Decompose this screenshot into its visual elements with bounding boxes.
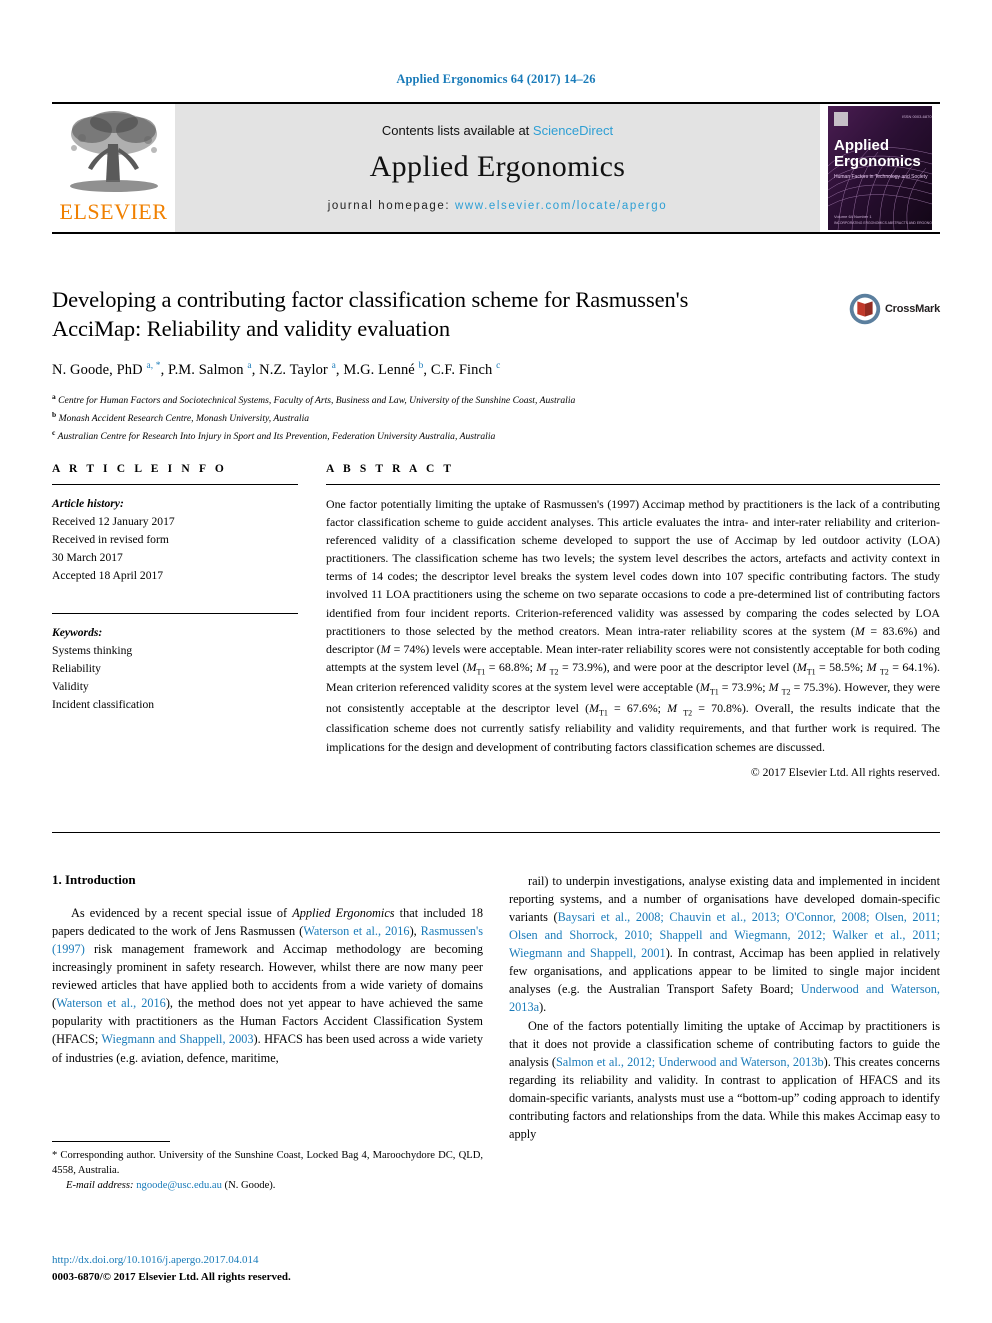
affiliation-marker: c [52,428,56,438]
affiliation-item: c Australian Centre for Research Into In… [52,427,940,445]
journal-title: Applied Ergonomics [369,149,626,183]
elsevier-logo: ELSEVIER [52,104,175,232]
sciencedirect-link[interactable]: ScienceDirect [533,123,613,138]
affiliation-list: a Centre for Human Factors and Sociotech… [52,391,940,445]
issn-copyright-line: 0003-6870/© 2017 Elsevier Ltd. All right… [52,1270,291,1283]
paragraph: One of the factors potentially limiting … [509,1018,940,1141]
contents-available-line: Contents lists available at ScienceDirec… [382,123,613,138]
svg-text:Human Factors in Technology an: Human Factors in Technology and Society [834,174,928,180]
corresponding-author-text: * Corresponding author. University of th… [52,1150,483,1177]
paragraph: As evidenced by a recent special issue o… [52,906,483,1065]
page-title: Developing a contributing factor classif… [52,287,689,342]
keywords-rule [52,612,298,614]
keywords-block: Keywords: Systems thinking Reliability V… [52,612,298,714]
contents-prefix: Contents lists available at [381,122,533,138]
body-column-right: rail) to underpin investigations, analys… [509,872,940,1143]
keywords-list: Keywords: Systems thinking Reliability V… [52,624,298,714]
masthead-center: Contents lists available at ScienceDirec… [175,104,820,232]
homepage-url-link[interactable]: www.elsevier.com/locate/apergo [455,200,667,212]
running-head: Applied Ergonomics 64 (2017) 14–26 [396,72,596,86]
keyword-item: Validity [52,679,89,693]
affiliation-text: Centre for Human Factors and Sociotechni… [58,395,576,407]
title-block: CrossMark Developing a contributing fact… [52,285,940,445]
journal-cover: Applied Ergonomics Human Factors in Tech… [820,104,940,232]
article-info-heading: A R T I C L E I N F O [52,463,227,475]
affiliation-text: Australian Centre for Research Into Inju… [57,431,496,443]
email-label: E-mail address: [66,1180,134,1192]
doi-block: http://dx.doi.org/10.1016/j.apergo.2017.… [52,1252,483,1285]
author-list: N. Goode, PhD a, *, P.M. Salmon a, N.Z. … [52,360,501,378]
section-heading-introduction: 1. Introduction [52,872,136,887]
journal-masthead: ELSEVIER Contents lists available at Sci… [52,102,940,234]
affiliation-item: b Monash Accident Research Centre, Monas… [52,409,940,427]
body-columns: 1. Introduction As evidenced by a recent… [52,872,940,1143]
svg-text:INCORPORATING ERGONOMICS ABSTR: INCORPORATING ERGONOMICS ABSTRACTS AND E… [834,221,932,225]
keyword-item: Incident classification [52,697,155,711]
article-history-item: Received in revised form [52,532,169,546]
keyword-item: Systems thinking [52,643,133,657]
abstract-body: One factor potentially limiting the upta… [326,497,941,754]
abstract-copyright: © 2017 Elsevier Ltd. All rights reserved… [750,765,940,779]
svg-text:ISSN 0003-6870: ISSN 0003-6870 [902,114,932,119]
email-link[interactable]: ngoode@usc.edu.au [136,1180,222,1191]
keyword-item: Reliability [52,661,101,675]
article-info-column: A R T I C L E I N F O Article history: R… [52,463,298,779]
abstract-column: A B S T R A C T One factor potentially l… [326,463,940,779]
keywords-label: Keywords: [52,625,103,639]
article-history-item: 30 March 2017 [52,550,123,564]
affiliation-text: Monash Accident Research Centre, Monash … [58,413,310,425]
elsevier-tree-icon [69,111,158,192]
crossmark-badge[interactable]: CrossMark [848,285,940,333]
elsevier-wordmark: ELSEVIER [59,199,168,224]
affiliation-marker: b [52,410,57,420]
abstract-rule [326,484,940,485]
affiliation-item: a Centre for Human Factors and Sociotech… [52,391,940,409]
article-history-item: Received 12 January 2017 [52,514,175,528]
paragraph: rail) to underpin investigations, analys… [509,874,940,1015]
homepage-prefix: journal homepage: [327,199,455,212]
journal-cover-image: Applied Ergonomics Human Factors in Tech… [828,106,932,230]
info-and-abstract: A R T I C L E I N F O Article history: R… [52,463,940,779]
section-divider [52,832,940,833]
svg-text:Applied: Applied [834,137,889,154]
article-info-rule [52,484,298,485]
paper-page: Applied Ergonomics 64 (2017) 14–26 ELSEV… [0,0,992,1323]
article-history: Article history: Received 12 January 201… [52,495,298,585]
email-suffix: (N. Goode). [224,1180,276,1192]
doi-link[interactable]: http://dx.doi.org/10.1016/j.apergo.2017.… [52,1252,483,1269]
footnote-rule [52,1141,170,1142]
journal-homepage-line: journal homepage: www.elsevier.com/locat… [328,200,668,212]
corresponding-author-footnote: * Corresponding author. University of th… [52,1141,483,1193]
abstract-heading: A B S T R A C T [326,463,455,475]
article-history-label: Article history: [52,497,124,510]
svg-text:Ergonomics: Ergonomics [834,153,921,170]
crossmark-label: CrossMark [884,303,940,315]
affiliation-marker: a [52,392,56,402]
crossmark-icon [849,293,881,325]
body-column-left: 1. Introduction As evidenced by a recent… [52,872,483,1143]
email-line: E-mail address: ngoode@usc.edu.au (N. Go… [52,1178,483,1193]
svg-text:Volume 64 Number 1: Volume 64 Number 1 [834,214,872,219]
article-history-item: Accepted 18 April 2017 [52,568,164,582]
